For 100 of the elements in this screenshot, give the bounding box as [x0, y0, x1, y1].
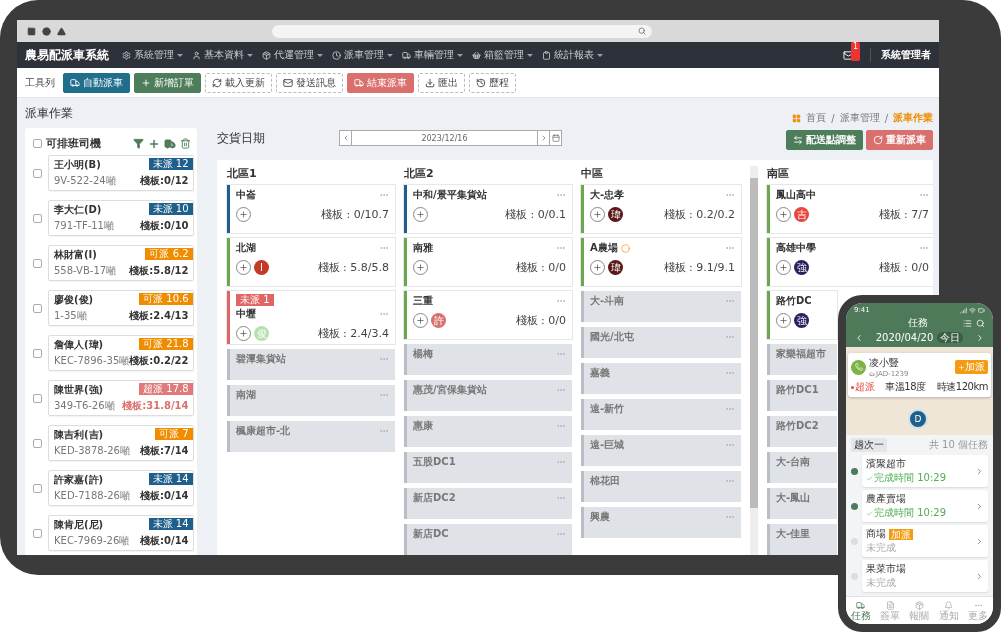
menu-item[interactable]: 統計報表 — [542, 48, 603, 62]
idle-stop-card[interactable]: 大-佳里 — [767, 524, 837, 555]
add-button[interactable] — [776, 313, 791, 328]
add-button[interactable] — [413, 207, 428, 222]
add-button[interactable] — [590, 260, 605, 275]
idle-stop-card[interactable]: 遠-巨城 — [581, 435, 741, 466]
today-badge[interactable]: 今日 — [937, 332, 964, 343]
plus-icon — [416, 263, 425, 272]
add-button[interactable] — [776, 207, 791, 222]
menu-item[interactable]: 車輛管理 — [402, 48, 463, 62]
date-field[interactable]: 2023/12/16 — [339, 130, 562, 146]
checkbox[interactable] — [33, 213, 42, 223]
toolbar-button[interactable]: 匯出 — [418, 72, 465, 93]
driver-card[interactable]: 許家嘉(許) 未派 14 KED-7188-26噸 棧板:0/14 — [48, 470, 194, 506]
checkbox[interactable] — [33, 168, 42, 178]
truck-icon[interactable] — [164, 137, 176, 150]
previous-icon[interactable] — [854, 332, 864, 343]
checkbox[interactable] — [33, 438, 42, 448]
idle-stop-card[interactable]: 嘉義 — [581, 363, 741, 394]
driver-card[interactable]: 詹偉人(瑋) 可派 21.8 KEC-7896-35噸棧板:0.2/22 — [48, 335, 194, 371]
filter-icon[interactable] — [133, 138, 144, 149]
driver-card[interactable]: 廖俊(俊) 可派 10.6 1-35噸 棧板:2.4/13 — [48, 290, 194, 326]
checkbox[interactable] — [33, 393, 42, 403]
add-button[interactable] — [236, 326, 251, 341]
driver-chip[interactable]: 瑋 — [608, 260, 623, 275]
add-button[interactable] — [413, 313, 428, 328]
idle-stop-card[interactable]: 楓康超市-北 — [227, 421, 395, 452]
trip-tab[interactable]: 趟次一 — [851, 438, 887, 452]
add-button[interactable] — [236, 260, 251, 275]
add-button[interactable] — [236, 207, 251, 222]
driver-card[interactable]: 林財富(I) 可派 6.2 558-VB-17噸 棧板:5.8/12 — [48, 245, 194, 281]
menu-item[interactable]: 基本資料 — [192, 48, 253, 62]
driver-card[interactable]: 王小明(B) 未派 12 9V-522-24噸 棧板:0/12 — [48, 155, 194, 191]
idle-stop-card[interactable]: 路竹DC2 — [767, 416, 837, 447]
truck-plate: 1-35噸 — [54, 309, 87, 323]
idle-stop-card[interactable]: 路竹DC1 — [767, 380, 837, 411]
checkbox[interactable] — [33, 483, 42, 493]
driver-card[interactable]: 陳世界(強) 超派 17.8 349-T6-26噸 棧板:31.8/14 — [48, 380, 194, 416]
driver-chip[interactable]: 吉 — [794, 207, 809, 222]
breadcrumb-link[interactable]: 首頁 — [806, 111, 827, 125]
checkbox[interactable] — [33, 528, 42, 538]
idle-stop-card[interactable]: 棉花田 — [581, 471, 741, 502]
trash-icon[interactable] — [180, 138, 191, 149]
idle-stop-card[interactable]: 大-斗南 — [581, 291, 741, 322]
menu-item[interactable]: 箱籃管理 — [472, 48, 533, 62]
add-button[interactable] — [590, 207, 605, 222]
stop-name: 北湖 — [236, 241, 256, 255]
toolbar-button[interactable]: 新增訂單 — [134, 72, 201, 93]
driver-chip[interactable]: I — [254, 260, 269, 275]
idle-stop-card[interactable]: 楊梅 — [404, 344, 572, 375]
driver-chip[interactable]: 強 — [794, 313, 809, 328]
add-button[interactable] — [776, 260, 791, 275]
menu-icon[interactable] — [963, 318, 972, 328]
driver-card[interactable]: 陳肯尼(尼) 未派 14 KEC-7969-26噸 棧板:0/14 — [48, 515, 194, 551]
idle-stop-card[interactable]: 國光/北屯 — [581, 327, 741, 358]
checkbox[interactable] — [33, 258, 42, 268]
checkbox[interactable] — [33, 303, 42, 313]
toolbar-button[interactable]: 發送訊息 — [276, 72, 343, 93]
search-icon[interactable] — [976, 318, 985, 328]
idle-stop-card[interactable]: 惠茂/宮保集貨站 — [404, 380, 572, 411]
action-button[interactable]: 配送點調整 — [786, 130, 863, 150]
toolbar-button[interactable]: 載入更新 — [205, 72, 272, 93]
toolbar-button[interactable]: 自動派車 — [63, 72, 130, 93]
add-button[interactable] — [413, 260, 428, 275]
driver-card[interactable]: 李大仁(D) 未派 10 791-TF-11噸 棧板:0/10 — [48, 200, 194, 236]
breadcrumb-link[interactable]: 派車管理 — [839, 111, 880, 125]
driver-chip[interactable]: 瑋 — [608, 207, 623, 222]
date-label: 交貨日期 — [217, 130, 266, 147]
idle-stop-card[interactable]: 大-台南 — [767, 452, 837, 483]
chevron-icon — [975, 571, 984, 581]
idle-stop-card[interactable]: 家樂福超市 — [767, 344, 837, 375]
address-bar[interactable] — [272, 24, 652, 38]
idle-stop-card[interactable]: 新店DC — [404, 524, 572, 555]
idle-stop-card[interactable]: 新店DC2 — [404, 488, 572, 519]
idle-stop-card[interactable]: 遠-新竹 — [581, 399, 741, 430]
driver-chip[interactable]: 強 — [794, 260, 809, 275]
idle-stop-card[interactable]: 碧潭集貨站 — [227, 349, 395, 380]
menu-item[interactable]: 派車管理 — [332, 48, 393, 62]
mail-icon[interactable] — [842, 49, 854, 61]
scrollbar[interactable] — [750, 166, 758, 555]
task-card[interactable]: 濱聚超市 完成時間 10:29 — [862, 455, 988, 487]
checkbox[interactable] — [33, 348, 42, 358]
calendar-button[interactable] — [549, 131, 561, 145]
user-name[interactable]: 系統管理者 — [870, 48, 931, 62]
pallet-load: 棧板 : 7/7 — [878, 207, 929, 222]
task-card[interactable]: 農產賣場 完成時間 10:29 — [862, 490, 988, 522]
next-icon[interactable] — [975, 332, 985, 343]
idle-stop-card[interactable]: 南湖 — [227, 385, 395, 416]
plus-icon[interactable] — [148, 137, 160, 150]
idle-stop-card[interactable]: 興農 — [581, 507, 741, 538]
driver-card[interactable]: 陳吉利(吉) 可派 7 KED-3878-26噸 棧板:7/14 — [48, 425, 194, 461]
menu-item[interactable]: 系統管理 — [122, 48, 183, 62]
toolbar-button[interactable]: 歷程 — [469, 72, 516, 93]
idle-stop-card[interactable]: 惠康 — [404, 416, 572, 447]
stop-name: 遠-巨城 — [590, 438, 625, 452]
task-card[interactable]: 果菜市場 未完成 — [862, 560, 988, 592]
menu-item[interactable]: 代運管理 — [262, 48, 323, 62]
nav-tab[interactable]: 任務 — [850, 600, 871, 621]
checkbox[interactable] — [33, 139, 42, 148]
task-card[interactable]: 商場 加派 未完成 — [862, 525, 988, 557]
